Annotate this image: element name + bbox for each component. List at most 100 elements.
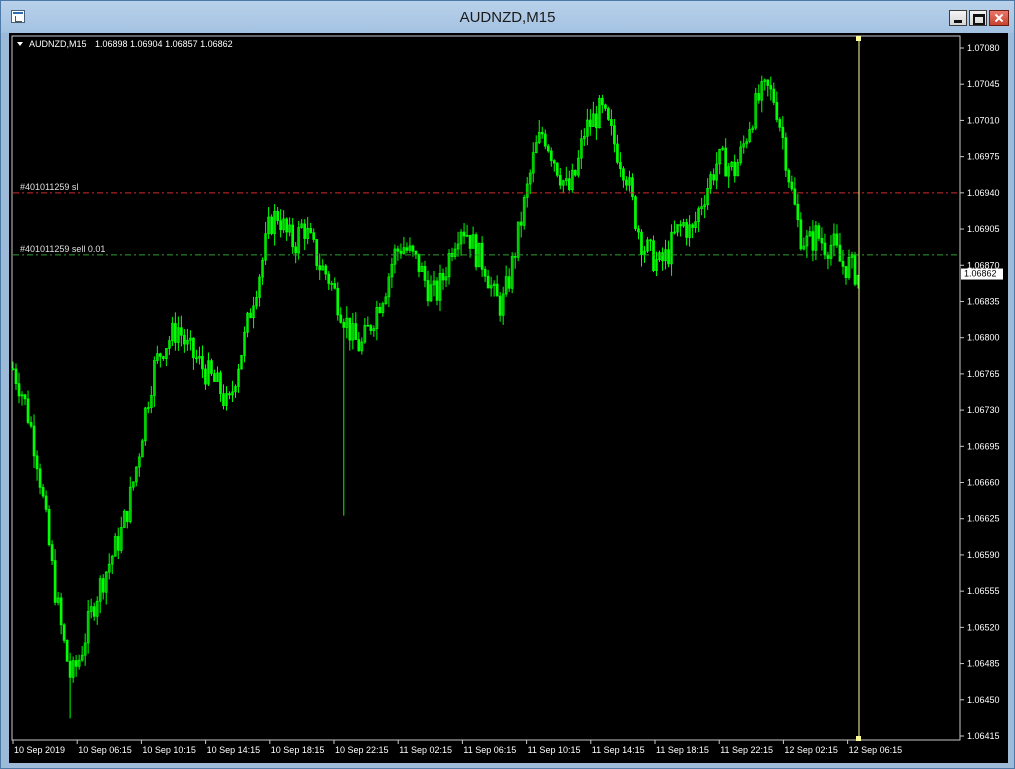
candle-body bbox=[573, 169, 577, 176]
candle-body bbox=[23, 394, 27, 400]
minimize-button[interactable] bbox=[949, 10, 967, 26]
candle-body bbox=[679, 224, 682, 227]
close-button[interactable] bbox=[989, 10, 1009, 26]
y-tick-label: 1.06730 bbox=[967, 405, 1000, 415]
candle-body bbox=[195, 357, 198, 360]
x-tick-label: 10 Sep 06:15 bbox=[78, 745, 132, 755]
candle-body bbox=[610, 119, 613, 126]
candle-body bbox=[667, 249, 670, 265]
candle-body bbox=[158, 353, 162, 357]
candle-body bbox=[327, 273, 331, 284]
candle-body bbox=[423, 265, 427, 281]
maximize-button[interactable] bbox=[969, 10, 987, 26]
candle-body bbox=[369, 325, 373, 332]
candle-body bbox=[853, 254, 857, 285]
candle-body bbox=[486, 275, 490, 289]
candle-body bbox=[468, 234, 472, 249]
time-line-handle-top[interactable] bbox=[856, 36, 861, 41]
y-tick-label: 1.06555 bbox=[967, 586, 1000, 596]
candle-body bbox=[613, 125, 616, 145]
candle-body bbox=[507, 276, 511, 289]
candle-body bbox=[29, 422, 33, 427]
candle-body bbox=[841, 260, 845, 267]
candle-body bbox=[324, 265, 328, 275]
candle-body bbox=[844, 266, 848, 278]
y-tick-label: 1.06905 bbox=[967, 224, 1000, 234]
candle-body bbox=[294, 246, 298, 254]
candle-body bbox=[309, 228, 313, 234]
candle-body bbox=[291, 224, 295, 248]
candle-body bbox=[411, 245, 415, 252]
candle-body bbox=[462, 231, 466, 237]
candle-body bbox=[637, 228, 640, 233]
candle-body bbox=[549, 150, 553, 161]
candle-body bbox=[519, 221, 523, 226]
candle-body bbox=[285, 218, 288, 233]
candle-body bbox=[685, 222, 688, 238]
candle-body bbox=[799, 219, 803, 250]
candle-body bbox=[775, 102, 779, 120]
y-tick-label: 1.06660 bbox=[967, 478, 1000, 488]
candle-body bbox=[835, 233, 839, 246]
candle-body bbox=[619, 162, 622, 170]
candle-body bbox=[17, 383, 21, 397]
candle-body bbox=[811, 231, 815, 251]
candle-body bbox=[44, 495, 48, 510]
symbol-label: AUDNZD,M15 bbox=[29, 39, 87, 49]
y-tick-label: 1.06590 bbox=[967, 550, 1000, 560]
candle-body bbox=[495, 283, 499, 297]
x-tick-label: 11 Sep 02:15 bbox=[399, 745, 452, 755]
candle-body bbox=[396, 248, 400, 252]
time-line-handle-bottom[interactable] bbox=[856, 736, 861, 741]
candle-body bbox=[558, 174, 562, 186]
candle-body bbox=[772, 88, 776, 103]
candle-body bbox=[32, 425, 36, 457]
price-chart[interactable]: 1.07080 1.07045 1.07010 1.06975 1.06940 1.069… bbox=[9, 33, 1008, 763]
candle-body bbox=[640, 231, 643, 256]
candle-body bbox=[180, 327, 183, 336]
candle-body bbox=[354, 323, 358, 340]
candle-body bbox=[68, 660, 72, 678]
candle-body bbox=[435, 280, 439, 301]
chart-area[interactable]: 1.07080 1.07045 1.07010 1.06975 1.06940 1.069… bbox=[9, 33, 1008, 763]
candle-body bbox=[595, 113, 598, 129]
candle-body bbox=[116, 536, 120, 551]
chart-menu-triangle-icon[interactable] bbox=[17, 42, 23, 46]
y-tick-label: 1.06520 bbox=[967, 622, 1000, 632]
candle-body bbox=[276, 211, 279, 221]
candle-body bbox=[793, 188, 797, 205]
candle-body bbox=[417, 253, 421, 272]
x-tick-label: 11 Sep 14:15 bbox=[592, 745, 645, 755]
candle-body bbox=[823, 242, 827, 256]
candle-body bbox=[483, 268, 487, 277]
candle-body bbox=[567, 178, 571, 190]
candle-body bbox=[399, 250, 403, 254]
candle-body bbox=[426, 280, 430, 302]
candle-body bbox=[348, 317, 352, 341]
candle-body bbox=[784, 137, 788, 171]
candle-body bbox=[303, 223, 307, 239]
candle-body bbox=[622, 168, 625, 181]
candle-body bbox=[339, 314, 343, 323]
y-tick-label: 1.06450 bbox=[967, 695, 1000, 705]
candle-body bbox=[769, 85, 773, 90]
x-tick-label: 10 Sep 14:15 bbox=[207, 745, 261, 755]
stop-loss-label: #401011259 sl bbox=[20, 182, 78, 192]
candle-body bbox=[279, 220, 282, 231]
candle-body bbox=[366, 324, 370, 327]
candle-body bbox=[101, 578, 105, 593]
candle-body bbox=[781, 126, 785, 138]
y-tick-label: 1.06975 bbox=[967, 152, 1000, 162]
x-tick-label: 11 Sep 18:15 bbox=[656, 745, 709, 755]
candle-body bbox=[59, 597, 63, 626]
candle-body bbox=[228, 393, 231, 396]
candle-body bbox=[724, 147, 728, 177]
candle-body bbox=[778, 119, 782, 128]
y-tick-label: 1.07080 bbox=[967, 43, 1000, 53]
title-bar[interactable]: AUDNZD,M15 bbox=[1, 1, 1014, 33]
candle-body bbox=[378, 306, 382, 314]
candle-body bbox=[625, 179, 628, 186]
candle-body bbox=[336, 287, 340, 316]
candle-body bbox=[733, 161, 737, 177]
x-tick-label: 10 Sep 10:15 bbox=[142, 745, 196, 755]
